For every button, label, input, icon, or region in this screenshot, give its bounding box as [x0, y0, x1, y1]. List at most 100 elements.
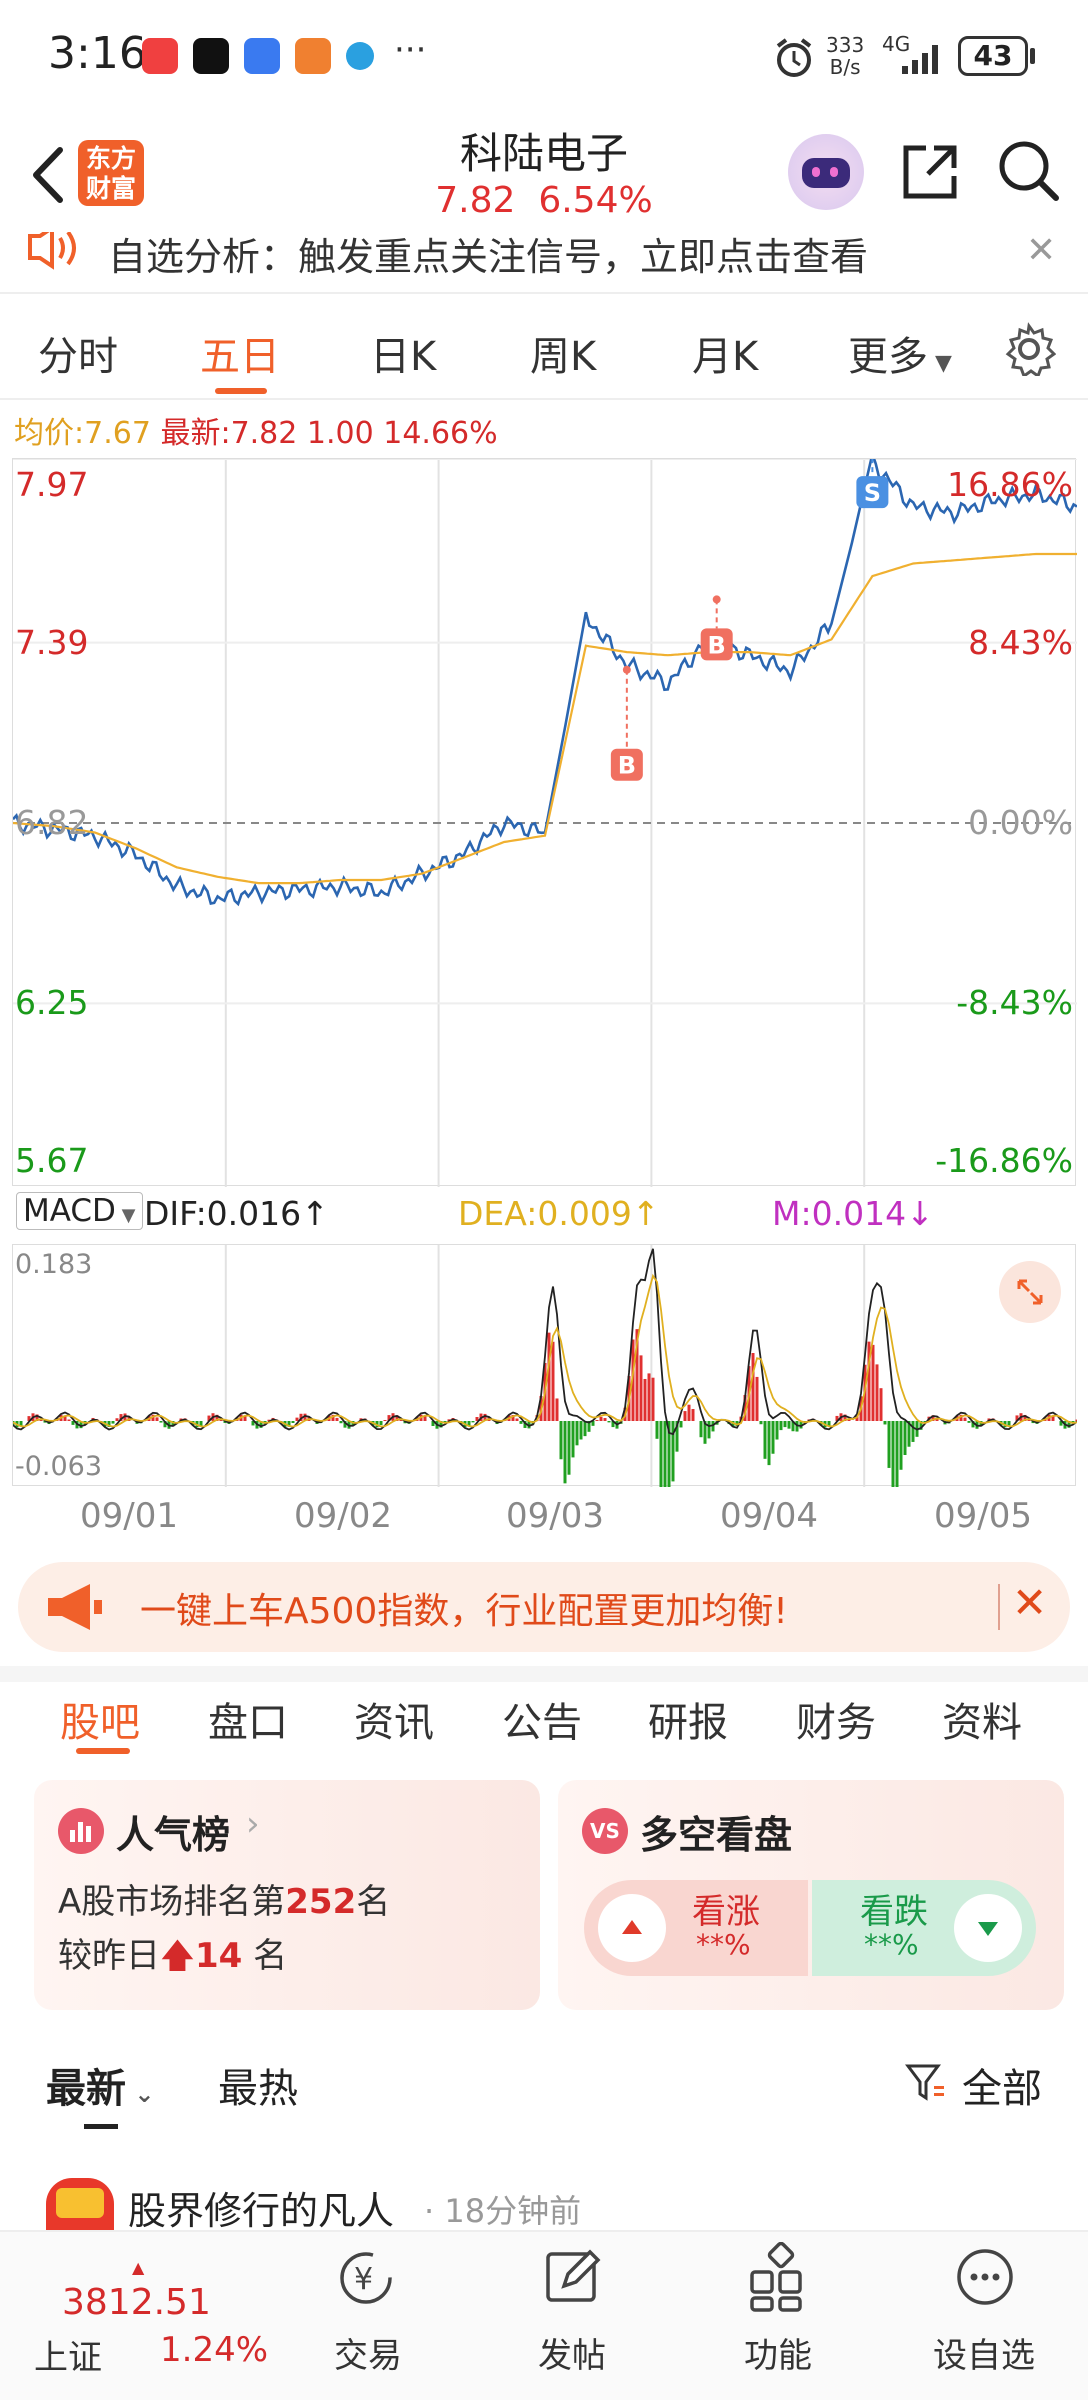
arrow-up-icon: 🡅	[160, 1936, 195, 1976]
bullish-value: **%	[696, 1928, 751, 1961]
analysis-notice[interactable]: 自选分析：触发重点关注信号，立即点击查看 ✕	[0, 232, 1088, 294]
macd-chart-svg	[13, 1245, 1077, 1487]
ai-assistant-avatar[interactable]	[788, 134, 864, 210]
y-right-tick: 16.86%	[947, 465, 1073, 504]
more-circle-icon[interactable]	[950, 2242, 1020, 2312]
nav-trade[interactable]: 交易	[298, 2328, 438, 2377]
index-value: 3812.51	[62, 2282, 211, 2323]
tab-news[interactable]: 资讯	[354, 1690, 434, 1748]
index-name: 上证	[34, 2338, 102, 2378]
app-icon-orange	[295, 38, 331, 74]
popularity-title: 人气榜	[116, 1813, 231, 1857]
tab-intraday[interactable]: 分时	[38, 324, 118, 382]
bearish-button[interactable]: 看跌 **%	[812, 1880, 1036, 1976]
sentiment-title: 多空看盘	[640, 1813, 793, 1857]
tab-five-day[interactable]: 五日	[200, 324, 280, 382]
y-left-tick: 7.39	[15, 623, 89, 662]
bottom-nav: ▲ 3812.51 上证 1.24% ¥ 交易 发帖 功能 设自选	[0, 2230, 1088, 2400]
y-left-tick: 5.67	[15, 1141, 89, 1180]
promo-divider	[998, 1584, 1000, 1630]
more-notifications: ···	[394, 30, 427, 70]
x-tick-date: 09/05	[934, 1496, 1032, 1536]
avg-value: 7.67	[84, 416, 151, 451]
chevron-right-icon: ›	[246, 1804, 260, 1844]
index-widget[interactable]: ▲ 3812.51 上证 1.24%	[20, 2258, 268, 2390]
tab-weekly-k[interactable]: 周K	[530, 324, 596, 382]
macd-dif: DIF:0.016↑	[144, 1194, 329, 1233]
vs-icon: VS	[582, 1808, 628, 1854]
post-author[interactable]: 股界修行的凡人	[128, 2180, 394, 2235]
ranking-icon	[58, 1808, 104, 1854]
net-speed: 333 B/s	[826, 33, 865, 79]
bullish-button[interactable]: 看涨 **%	[584, 1880, 808, 1976]
tab-daily-k[interactable]: 日K	[370, 324, 436, 382]
macd-dea: DEA:0.009↑	[458, 1194, 660, 1233]
expand-icon[interactable]	[999, 1261, 1061, 1323]
stock-header: 东方 财富 科陆电子 7.82 6.54%	[0, 110, 1088, 240]
x-tick-date: 09/03	[506, 1496, 604, 1536]
tab-profile[interactable]: 资料	[942, 1690, 1022, 1748]
promo-text: 一键上车A500指数，行业配置更加均衡!	[140, 1591, 788, 1632]
y-right-tick: -16.86%	[935, 1141, 1073, 1180]
price-line	[13, 459, 1077, 907]
filter-icon[interactable]	[904, 2060, 948, 2104]
y-left-tick: 6.25	[15, 983, 89, 1022]
alarm-icon	[776, 38, 812, 77]
active-tab-indicator	[215, 388, 267, 394]
marker-label: B	[618, 752, 636, 780]
app-icon-blue	[244, 38, 280, 74]
post-icon[interactable]	[538, 2242, 608, 2312]
nav-post[interactable]: 发帖	[502, 2328, 642, 2377]
macd-legend: MACD ▼ DIF:0.016↑ DEA:0.009↑ M:0.014↓	[12, 1190, 1076, 1242]
apps-icon[interactable]	[742, 2242, 812, 2312]
x-tick-date: 09/02	[294, 1496, 392, 1536]
trade-icon[interactable]: ¥	[332, 2242, 402, 2312]
x-tick-date: 09/01	[80, 1496, 178, 1536]
nav-add-watchlist[interactable]: 设自选	[914, 2328, 1054, 2377]
stock-price: 7.82	[435, 180, 516, 221]
sort-latest[interactable]: 最新 ⌄	[46, 2056, 154, 2114]
battery-indicator: 43	[958, 36, 1028, 76]
five-day-price-chart[interactable]: B B S 7.97 7.39 6.82 6.25 5.67 16.86% 8.43…	[12, 458, 1077, 1187]
avg-label: 均价:	[14, 416, 85, 451]
price-chart-svg: B B S	[13, 459, 1077, 1187]
filter-label[interactable]: 全部	[962, 2056, 1042, 2114]
indicator-select[interactable]: MACD ▼	[16, 1192, 143, 1230]
tab-more[interactable]: 更多 ▼	[848, 324, 952, 382]
nav-functions[interactable]: 功能	[708, 2328, 848, 2377]
share-icon[interactable]	[898, 140, 962, 204]
tab-monthly-k[interactable]: 月K	[692, 324, 758, 382]
tab-pankou[interactable]: 盘口	[208, 1690, 288, 1748]
sentiment-card[interactable]: VS 多空看盘 看涨 **% 看跌 **%	[558, 1780, 1064, 2010]
sort-indicator	[84, 2124, 118, 2129]
change-pct: 14.66%	[383, 416, 498, 451]
macd-chart[interactable]: 0.183 -0.063	[12, 1244, 1077, 1487]
tab-research[interactable]: 研报	[648, 1690, 728, 1748]
tab-announcements[interactable]: 公告	[502, 1690, 582, 1748]
latest-label: 最新:	[160, 416, 231, 451]
y-right-tick: -8.43%	[956, 983, 1073, 1022]
tiktok-icon	[193, 38, 229, 74]
battery-cap	[1030, 48, 1035, 64]
popularity-card[interactable]: 人气榜 › A股市场排名第252名 较昨日🡅14 名	[34, 1780, 540, 2010]
price-info-line: 均价:7.67 最新:7.82 1.00 14.66%	[14, 408, 498, 452]
notice-close-icon[interactable]: ✕	[1026, 232, 1056, 271]
speaker-icon	[28, 232, 76, 270]
promo-close-icon[interactable]: ✕	[1012, 1578, 1047, 1627]
x-tick-date: 09/04	[720, 1496, 818, 1536]
macd-m: M:0.014↓	[772, 1194, 934, 1233]
notice-text: 自选分析：触发重点关注信号，立即点击查看	[108, 235, 869, 279]
marker-dot	[622, 665, 631, 674]
svg-text:¥: ¥	[354, 2262, 373, 2297]
promo-banner[interactable]: 一键上车A500指数，行业配置更加均衡! ✕	[18, 1562, 1070, 1652]
tab-finance[interactable]: 财务	[796, 1690, 876, 1748]
sort-hot[interactable]: 最热	[218, 2056, 298, 2114]
change-value: 1.00	[306, 416, 374, 451]
chart-period-tabs: 分时 五日 日K 周K 月K 更多 ▼	[0, 300, 1088, 400]
tab-guba[interactable]: 股吧	[60, 1690, 140, 1748]
bearish-label: 看跌	[860, 1892, 928, 1932]
gear-icon[interactable]	[1002, 322, 1056, 376]
user-avatar[interactable]	[46, 2178, 114, 2230]
search-icon[interactable]	[996, 138, 1062, 204]
macd-ymax: 0.183	[15, 1249, 93, 1280]
